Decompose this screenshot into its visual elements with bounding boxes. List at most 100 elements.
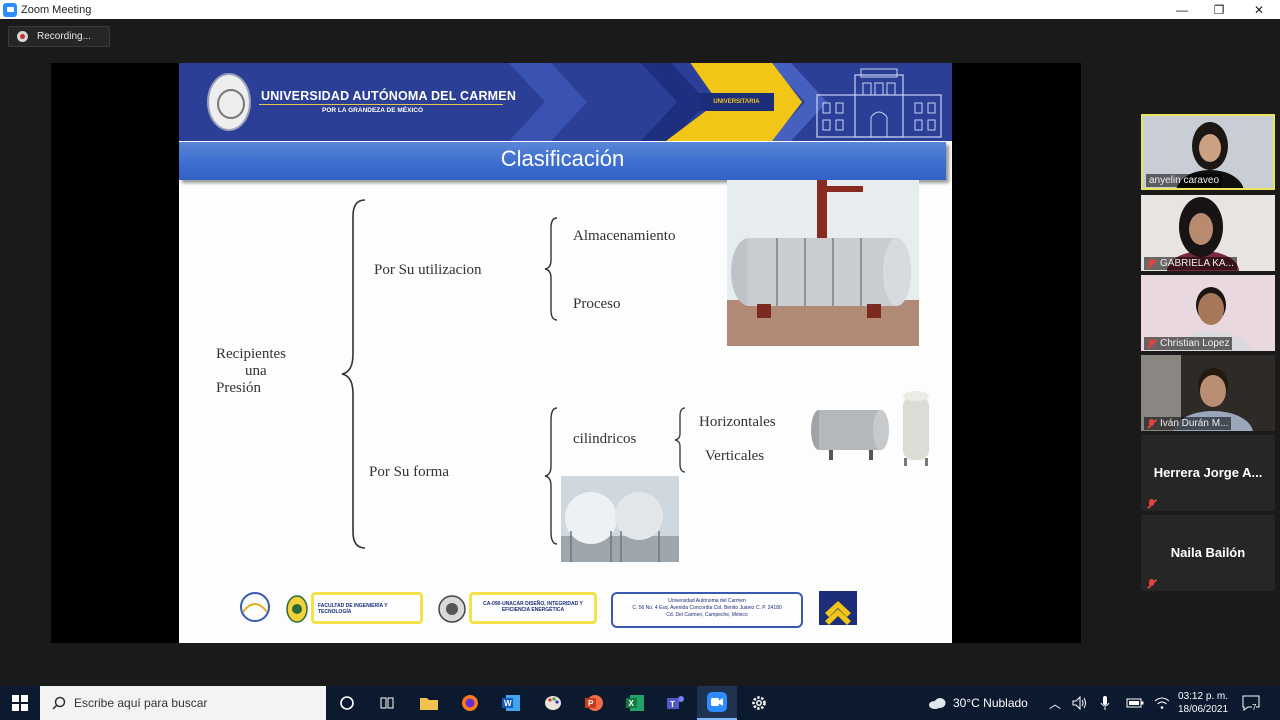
- cyl-brace: [674, 407, 686, 473]
- root-label-line3: Presión: [216, 380, 261, 396]
- footer-faculty-seal: [286, 595, 308, 623]
- minimize-button[interactable]: —: [1164, 0, 1200, 19]
- mic-muted-icon: [1147, 578, 1156, 589]
- participant-name-bar: Iván Durán M...: [1144, 417, 1232, 430]
- footer-address-line1: Universidad Autónoma del Carmen: [668, 598, 746, 604]
- taskbar-search-box[interactable]: Escribe aquí para buscar: [40, 686, 326, 720]
- microphone-icon: [1100, 696, 1110, 710]
- participant-status: [1144, 497, 1163, 510]
- weather-widget[interactable]: 30°C Nublado: [927, 686, 1028, 720]
- participant-name: Iván Durán M...: [1160, 418, 1229, 429]
- firefox-button[interactable]: [450, 686, 490, 720]
- university-seal-logo: [207, 73, 251, 131]
- battery-button[interactable]: [1126, 686, 1144, 720]
- restore-button[interactable]: ❐: [1201, 0, 1237, 19]
- mic-muted-icon: [1147, 418, 1156, 429]
- wifi-button[interactable]: [1154, 686, 1170, 720]
- word-button[interactable]: W: [491, 686, 531, 720]
- participant-tile-christian[interactable]: Christian Lopez: [1141, 275, 1275, 351]
- battery-icon: [1126, 698, 1144, 708]
- use-brace: [544, 217, 558, 321]
- clock[interactable]: 03:12 p. m. 18/06/2021: [1178, 686, 1228, 720]
- recording-indicator[interactable]: Recording...: [8, 26, 110, 47]
- task-view-button[interactable]: [367, 686, 407, 720]
- footer-address-line2: C. 56 No. 4 Esq. Avenida Concordia Col. …: [632, 605, 782, 611]
- paint-palette-icon: [545, 696, 561, 710]
- cortana-button[interactable]: [327, 686, 367, 720]
- search-icon: [52, 696, 66, 710]
- slide-title: Clasificación: [500, 146, 625, 171]
- building-illustration: [816, 68, 942, 138]
- svg-text:W: W: [504, 699, 512, 708]
- search-placeholder: Escribe aquí para buscar: [74, 696, 208, 710]
- shared-slide: UNIVERSIDAD AUTÓNOMA DEL CARMEN POR LA G…: [179, 63, 952, 643]
- footer-group-seal: [438, 595, 466, 623]
- footer-address-box: Universidad Autónoma del Carmen C. 56 No…: [611, 592, 803, 628]
- windows-taskbar: Escribe aquí para buscar W P X T 30°C Nu…: [0, 686, 1280, 720]
- notification-count: 7: [1252, 703, 1257, 712]
- microphone-tray-button[interactable]: [1100, 686, 1110, 720]
- universitaria-logo: UNIVERSITARIA: [699, 93, 774, 111]
- svg-text:T: T: [670, 700, 675, 709]
- participant-name: Herrera Jorge A...: [1153, 465, 1263, 480]
- folder-icon: [420, 698, 438, 710]
- tray-overflow-button[interactable]: ︿: [1046, 686, 1064, 720]
- task-view-icon: [380, 697, 394, 709]
- teams-icon: T: [667, 696, 684, 709]
- close-button[interactable]: ✕: [1241, 0, 1277, 19]
- cyl-item-vertical: Verticales: [705, 448, 765, 464]
- branch-shape-label: Por Su forma: [369, 464, 449, 480]
- footer-faculty-label: FACULTAD DE INGENIERÍA Y TECNOLOGÍA: [311, 592, 423, 624]
- cylindrical-tanks-photo: [809, 388, 939, 468]
- chevron-up-icon: ︿: [1048, 696, 1061, 711]
- notifications-button[interactable]: 7: [1242, 686, 1260, 720]
- svg-text:X: X: [629, 699, 635, 708]
- cortana-icon: [340, 696, 354, 710]
- participant-tile-naila[interactable]: Naila Bailón: [1141, 515, 1275, 591]
- settings-button[interactable]: [739, 686, 779, 720]
- slide-title-bar: Clasificación: [179, 142, 946, 180]
- clock-time: 03:12 p. m.: [1178, 691, 1229, 702]
- word-icon: W: [502, 695, 520, 711]
- pressure-vessel-photo: [727, 180, 919, 346]
- footer-address-line3: Cd. Del Carmen, Campeche, México: [666, 612, 748, 618]
- recording-label: Recording...: [37, 31, 91, 42]
- powerpoint-button[interactable]: P: [574, 686, 614, 720]
- participant-tile-ivan[interactable]: Iván Durán M...: [1141, 355, 1275, 431]
- zoom-icon: [707, 692, 727, 712]
- clock-date: 18/06/2021: [1178, 704, 1229, 715]
- participant-tile-anyelin[interactable]: anyelin caraveo: [1141, 114, 1275, 190]
- participant-tile-herrera[interactable]: Herrera Jorge A...: [1141, 435, 1275, 511]
- use-item-process: Proceso: [573, 296, 621, 312]
- participant-name: Christian Lopez: [1160, 338, 1230, 349]
- paint-button[interactable]: [533, 686, 573, 720]
- zoom-taskbar-button[interactable]: [697, 686, 737, 720]
- volume-button[interactable]: [1072, 686, 1088, 720]
- zoom-app-icon: [3, 2, 17, 17]
- root-label-line1: Recipientes: [216, 346, 286, 362]
- speaker-icon: [1072, 696, 1086, 710]
- teams-button[interactable]: T: [656, 686, 696, 720]
- participant-name: Naila Bailón: [1170, 545, 1246, 560]
- window-title: Zoom Meeting: [21, 3, 92, 16]
- mic-muted-icon: [1147, 498, 1156, 509]
- footer-chevron-logo: [819, 591, 857, 625]
- participant-status: [1144, 577, 1163, 590]
- mic-muted-icon: [1147, 338, 1156, 349]
- footer-group-label: CA-090-UNACAR DISEÑO, INTEGRIDAD Y EFICI…: [469, 592, 597, 624]
- shape-brace: [544, 407, 558, 545]
- participant-name-bar: Christian Lopez: [1144, 337, 1233, 350]
- participant-name: anyelin caraveo: [1146, 174, 1223, 187]
- windows-logo-icon: [12, 695, 28, 711]
- footer-anniversary-logo: [240, 592, 270, 622]
- start-button[interactable]: [0, 686, 40, 720]
- cloud-icon: [929, 698, 946, 709]
- file-explorer-button[interactable]: [409, 686, 449, 720]
- university-motto: POR LA GRANDEZA DE MÉXICO: [322, 107, 423, 114]
- participant-tile-gabriela[interactable]: GABRIELA KA...: [1141, 195, 1275, 271]
- university-name: UNIVERSIDAD AUTÓNOMA DEL CARMEN: [261, 89, 517, 103]
- shape-item-cylindrical: cilindricos: [573, 431, 637, 447]
- svg-text:P: P: [588, 699, 594, 708]
- excel-button[interactable]: X: [615, 686, 655, 720]
- wifi-icon: [1154, 697, 1170, 709]
